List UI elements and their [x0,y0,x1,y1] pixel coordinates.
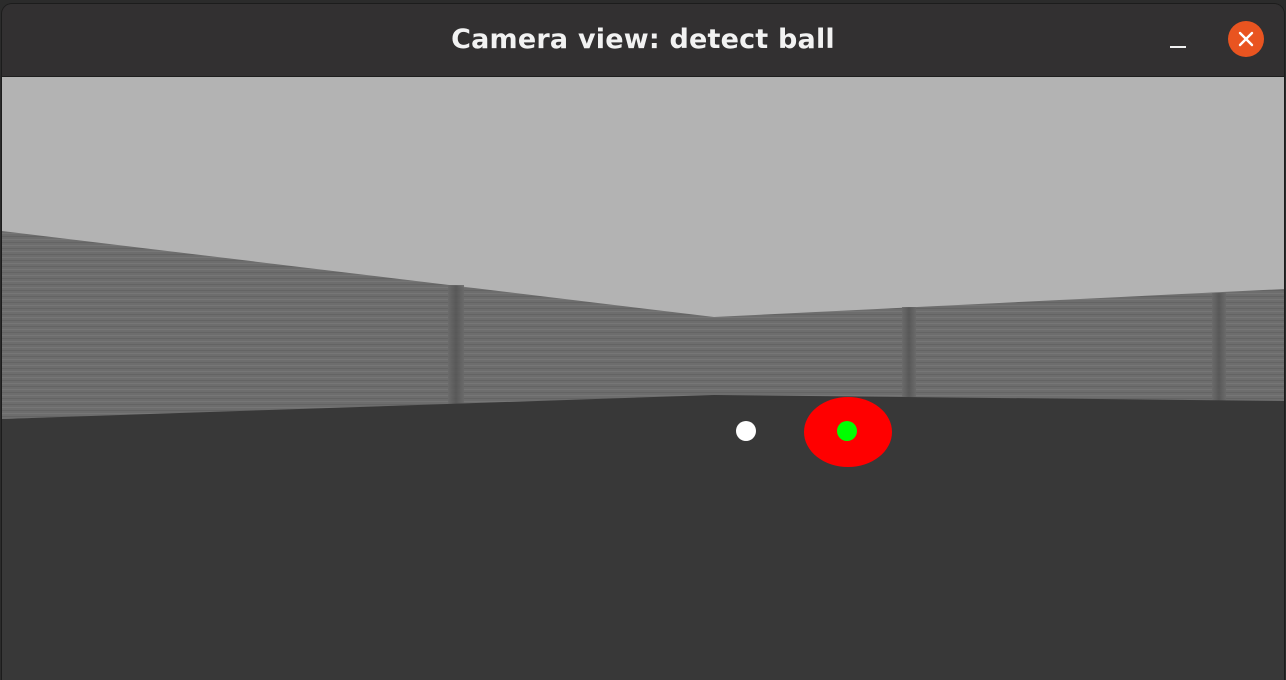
wall-post [1212,293,1226,401]
title-bar[interactable]: Camera view: detect ball [2,4,1284,77]
minimize-button[interactable] [1160,24,1196,60]
wall-post [448,285,464,407]
window-title: Camera view: detect ball [451,24,835,55]
floor [2,395,1284,680]
close-button[interactable] [1228,21,1264,57]
close-icon [1238,31,1254,47]
camera-feed [2,77,1284,680]
image-center-marker [736,421,756,441]
wall-post [902,307,916,399]
camera-window: Camera view: detect ball [2,4,1284,680]
ball-center-marker [837,421,857,441]
